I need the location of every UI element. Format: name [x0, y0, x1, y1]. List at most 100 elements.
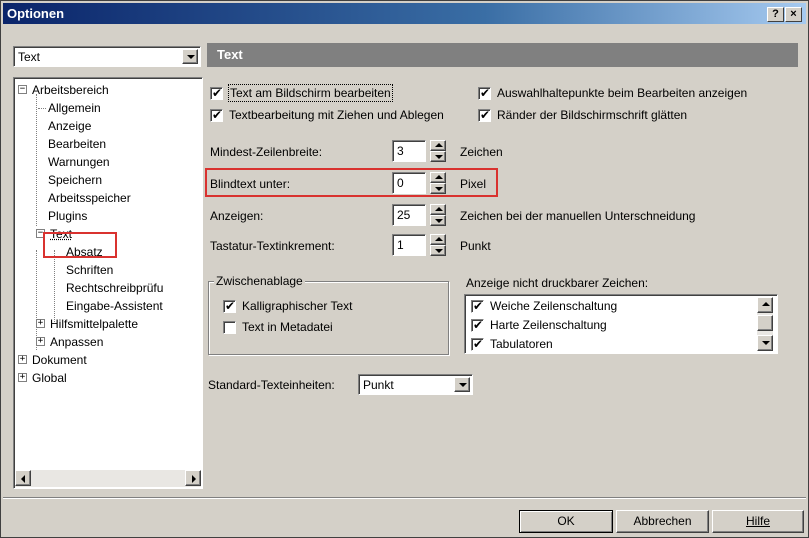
- close-title-button[interactable]: ×: [785, 7, 802, 22]
- tree-item-eingabe-assistent[interactable]: Eingabe-Assistent: [66, 298, 163, 314]
- scroll-down-button[interactable]: [757, 335, 773, 351]
- help-title-button[interactable]: ?: [767, 7, 784, 22]
- label-mindest-zeilenbreite: Mindest-Zeilenbreite:: [210, 145, 323, 159]
- tree-item-arbeitsspeicher[interactable]: Arbeitsspeicher: [48, 190, 131, 206]
- check-icon: ✔: [473, 299, 484, 313]
- tree-item-label: Hilfsmittelpalette: [50, 317, 139, 331]
- checkbox-textbearbeitung-ziehen[interactable]: ✔: [210, 108, 223, 122]
- listbox-vertical-scrollbar[interactable]: [757, 297, 773, 351]
- input-anzeigen[interactable]: 25: [392, 204, 426, 226]
- spin-down-button[interactable]: [430, 245, 446, 256]
- scroll-thumb[interactable]: [757, 315, 773, 331]
- input-mindest-zeilenbreite[interactable]: 3: [392, 140, 426, 162]
- spinbox-tastatur-textinkrement[interactable]: 1: [392, 234, 448, 256]
- label-standard-texteinheiten: Standard-Texteinheiten:: [208, 378, 335, 392]
- hilfe-button-label: Hilfe: [745, 514, 770, 528]
- tree-item-label: Allgemein: [48, 101, 101, 115]
- tree-item-label: Rechtschreibprüfu: [66, 281, 164, 295]
- tree-item-label: Warnungen: [48, 155, 110, 169]
- checkbox-kalligraphischer-text[interactable]: ✔: [223, 299, 236, 313]
- tree-item-speichern[interactable]: Speichern: [48, 172, 102, 188]
- tree-item-warnungen[interactable]: Warnungen: [48, 154, 110, 170]
- panel-header: Text: [207, 43, 798, 67]
- tree-item-label: Anpassen: [50, 335, 104, 349]
- label-raender-glaetten[interactable]: Ränder der Bildschirmschrift glätten: [497, 107, 687, 123]
- tree-item-label: Speichern: [48, 173, 103, 187]
- expand-icon[interactable]: +: [18, 373, 27, 382]
- check-icon: ✔: [212, 108, 223, 122]
- list-item-tabulatoren[interactable]: Tabulatoren: [490, 336, 553, 352]
- checkbox-raender-glaetten[interactable]: ✔: [478, 108, 491, 122]
- highlight-box-tree-text: [43, 232, 117, 258]
- spin-down-button[interactable]: [430, 215, 446, 226]
- checkbox-auswahlhaltepunkte[interactable]: ✔: [478, 86, 491, 100]
- ok-button[interactable]: OK: [519, 510, 613, 533]
- collapse-icon[interactable]: −: [18, 85, 27, 94]
- scroll-up-button[interactable]: [757, 297, 773, 313]
- arrow-down-icon: [762, 341, 770, 345]
- checkbox-text-in-metadatei[interactable]: [223, 321, 236, 334]
- ok-button-label: OK: [557, 514, 575, 528]
- label-text-am-bildschirm[interactable]: Text am Bildschirm bearbeiten: [228, 84, 393, 102]
- abbrechen-button[interactable]: Abbrechen: [616, 510, 709, 533]
- label-text-in-metadatei[interactable]: Text in Metadatei: [242, 319, 333, 335]
- list-item-harte-zeilenschaltung[interactable]: Harte Zeilenschaltung: [490, 317, 607, 333]
- chevron-down-icon: [459, 383, 467, 387]
- tree-connector: [38, 108, 46, 109]
- tree-item-label: Plugins: [48, 209, 88, 223]
- check-icon: ✔: [480, 108, 491, 122]
- tree-item-schriften[interactable]: Schriften: [66, 262, 113, 278]
- tree-item-allgemein[interactable]: Allgemein: [38, 100, 101, 116]
- groupbox-title-zwischenablage: Zwischenablage: [214, 274, 305, 288]
- abbrechen-button-label: Abbrechen: [633, 514, 692, 528]
- chevron-down-icon: [187, 55, 195, 59]
- options-tree[interactable]: − Arbeitsbereich Allgemein Anzeige Bearb…: [13, 77, 203, 489]
- tree-item-rechtschreibpruefung[interactable]: Rechtschreibprüfu: [66, 280, 163, 296]
- arrow-up-icon: [762, 302, 770, 306]
- options-dialog: Optionen ? × Text − Arbeitsbereich Allge…: [0, 0, 809, 538]
- listbox-nicht-druckbare-zeichen[interactable]: ✔ Weiche Zeilenschaltung ✔ Harte Zeilens…: [464, 294, 778, 354]
- checkbox-tabulatoren[interactable]: ✔: [471, 337, 484, 351]
- label-auswahlhaltepunkte[interactable]: Auswahlhaltepunkte beim Bearbeiten anzei…: [497, 85, 747, 101]
- scroll-right-button[interactable]: [185, 470, 201, 486]
- tree-item-anzeige[interactable]: Anzeige: [48, 118, 91, 134]
- label-kalligraphischer-text[interactable]: Kalligraphischer Text: [242, 298, 353, 314]
- arrow-down-icon: [435, 249, 443, 253]
- combo-standard-texteinheiten[interactable]: Punkt: [358, 374, 473, 395]
- spin-up-button[interactable]: [430, 234, 446, 245]
- window-title: Optionen: [7, 6, 65, 21]
- category-combo-arrow[interactable]: [182, 49, 198, 64]
- spin-up-button[interactable]: [430, 204, 446, 215]
- check-icon: ✔: [225, 299, 236, 313]
- tree-connector: [36, 250, 37, 350]
- label-textbearbeitung-ziehen[interactable]: Textbearbeitung mit Ziehen und Ablegen: [229, 107, 444, 123]
- highlight-box-blindtext: [205, 168, 498, 197]
- arrow-down-icon: [435, 219, 443, 223]
- hilfe-button[interactable]: Hilfe: [712, 510, 804, 533]
- category-combo[interactable]: Text: [13, 46, 201, 67]
- spinbox-anzeigen[interactable]: 25: [392, 204, 448, 226]
- spinbox-mindest-zeilenbreite[interactable]: 3: [392, 140, 448, 162]
- expand-icon[interactable]: +: [36, 319, 45, 328]
- tree-item-plugins[interactable]: Plugins: [48, 208, 87, 224]
- unit-tastatur-textinkrement: Punkt: [460, 239, 491, 253]
- title-bar[interactable]: Optionen ? ×: [3, 3, 806, 24]
- checkbox-weiche-zeilenschaltung[interactable]: ✔: [471, 299, 484, 313]
- tree-item-bearbeiten[interactable]: Bearbeiten: [48, 136, 106, 152]
- expand-icon[interactable]: +: [18, 355, 27, 364]
- checkbox-harte-zeilenschaltung[interactable]: ✔: [471, 318, 484, 332]
- scroll-left-button[interactable]: [15, 470, 31, 486]
- combo-standard-texteinheiten-arrow[interactable]: [454, 377, 470, 392]
- check-icon: ✔: [473, 337, 484, 351]
- arrow-down-icon: [435, 155, 443, 159]
- expand-icon[interactable]: +: [36, 337, 45, 346]
- unit-anzeigen: Zeichen bei der manuellen Unterschneidun…: [460, 209, 696, 223]
- tree-horizontal-scrollbar[interactable]: [15, 470, 201, 487]
- arrow-up-icon: [435, 143, 443, 147]
- checkbox-text-am-bildschirm[interactable]: ✔: [210, 86, 223, 100]
- spin-up-button[interactable]: [430, 140, 446, 151]
- list-item-weiche-zeilenschaltung[interactable]: Weiche Zeilenschaltung: [490, 298, 617, 314]
- input-tastatur-textinkrement[interactable]: 1: [392, 234, 426, 256]
- check-icon: ✔: [212, 86, 223, 100]
- spin-down-button[interactable]: [430, 151, 446, 162]
